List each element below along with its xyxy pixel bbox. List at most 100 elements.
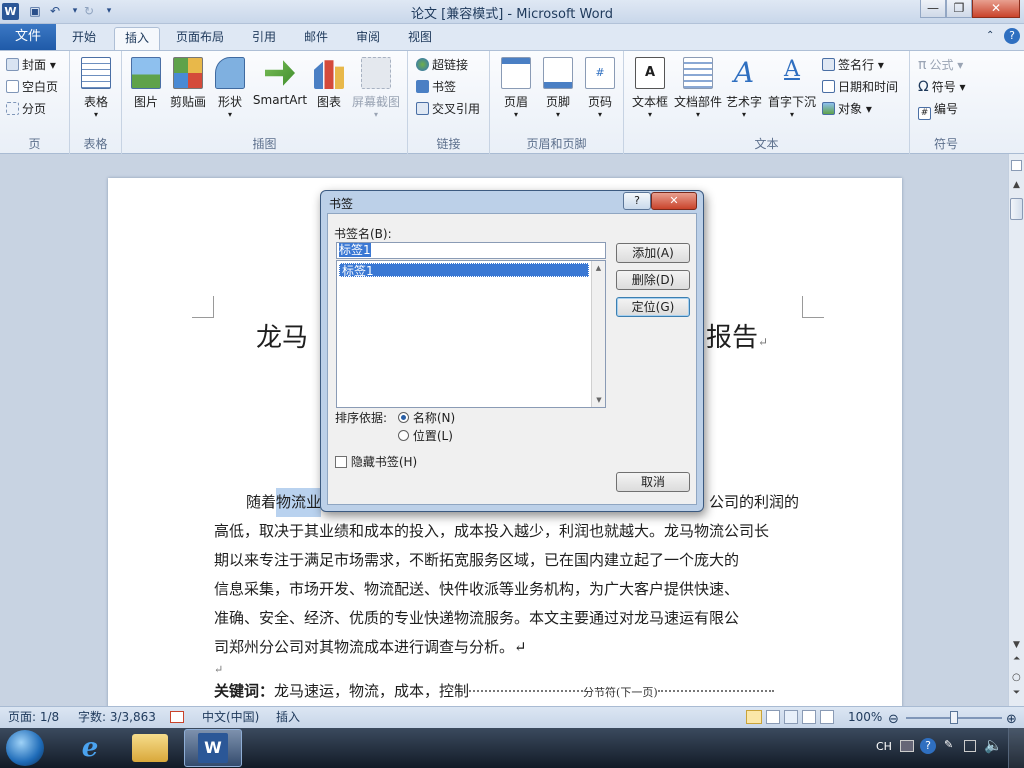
- print-layout-view-icon[interactable]: [746, 710, 762, 724]
- quick-parts-button[interactable]: 文档部件 ▾: [672, 57, 724, 119]
- help-icon[interactable]: ?: [1004, 28, 1020, 44]
- dialog-close-button[interactable]: ✕: [651, 192, 697, 210]
- group-links: 超链接 书签 交叉引用 链接: [408, 51, 490, 155]
- para-line-5: 司郑州分公司对其物流成本进行调查与分析。↵: [214, 638, 527, 656]
- smartart-icon: [265, 60, 295, 86]
- show-desktop-button[interactable]: [1008, 728, 1024, 768]
- page-count[interactable]: 页面: 1/8: [8, 707, 59, 728]
- full-screen-view-icon[interactable]: [766, 710, 780, 724]
- object-button[interactable]: 对象 ▾: [822, 99, 872, 119]
- drop-cap-button[interactable]: A 首字下沉 ▾: [766, 57, 818, 119]
- word-icon: W: [198, 733, 228, 763]
- table-button[interactable]: 表格 ▾: [78, 57, 114, 119]
- start-button[interactable]: [6, 730, 44, 766]
- omega-icon: Ω: [918, 79, 929, 95]
- tab-references[interactable]: 引用: [242, 27, 286, 50]
- hidden-bookmarks-checkbox[interactable]: 隐藏书签(H): [335, 453, 417, 470]
- blank-page-button[interactable]: 空白页: [6, 77, 58, 97]
- date-time-button[interactable]: 日期和时间: [822, 77, 898, 97]
- bookmark-list-item[interactable]: 标签1: [339, 263, 589, 278]
- input-language[interactable]: CH: [876, 740, 892, 753]
- web-layout-view-icon[interactable]: [784, 710, 798, 724]
- tab-mailings[interactable]: 邮件: [294, 27, 338, 50]
- scroll-up-icon[interactable]: ▲: [1013, 180, 1020, 190]
- symbol-button[interactable]: Ω 符号 ▾: [918, 77, 966, 97]
- wordart-button[interactable]: A 艺术字 ▾: [724, 57, 764, 120]
- bookmark-button[interactable]: 书签: [416, 77, 456, 97]
- header-button[interactable]: 页眉 ▾: [496, 57, 536, 119]
- screenshot-icon: [361, 57, 391, 89]
- textbox-button[interactable]: A 文本框 ▾: [628, 57, 672, 119]
- insert-mode[interactable]: 插入: [276, 707, 300, 728]
- tray-pen-icon[interactable]: ✎: [944, 738, 953, 751]
- clipart-button[interactable]: 剪贴画: [168, 57, 208, 110]
- word-count[interactable]: 字数: 3/3,863: [78, 707, 156, 728]
- shapes-button[interactable]: 形状 ▾: [212, 57, 248, 119]
- delete-button[interactable]: 删除(D): [616, 270, 690, 290]
- vertical-scrollbar[interactable]: ▲ ▼ ⏶ ○ ⏷: [1008, 154, 1024, 706]
- footer-icon: [543, 57, 573, 89]
- minimize-button[interactable]: —: [920, 0, 946, 18]
- bookmark-list[interactable]: 标签1 ▲ ▼: [336, 260, 606, 408]
- tab-page-layout[interactable]: 页面布局: [166, 27, 234, 50]
- screenshot-button[interactable]: 屏幕截图 ▾: [350, 57, 402, 119]
- footer-button[interactable]: 页脚 ▾: [538, 57, 578, 119]
- dialog-help-button[interactable]: ?: [623, 192, 651, 210]
- picture-button[interactable]: 图片: [128, 57, 164, 110]
- file-explorer-icon[interactable]: [132, 734, 168, 762]
- next-page-icon[interactable]: ⏷: [1013, 688, 1020, 698]
- tab-insert[interactable]: 插入: [114, 27, 161, 50]
- volume-icon[interactable]: 🔈: [984, 736, 1003, 754]
- list-scroll-up-icon[interactable]: ▲: [592, 261, 605, 275]
- zoom-level[interactable]: 100%: [848, 707, 882, 728]
- shapes-icon: [215, 57, 245, 89]
- chart-icon: [314, 60, 344, 89]
- cross-reference-button[interactable]: 交叉引用: [416, 99, 480, 119]
- maximize-button[interactable]: ❐: [946, 0, 972, 18]
- add-button[interactable]: 添加(A): [616, 243, 690, 263]
- zoom-out-icon[interactable]: ⊖: [888, 709, 899, 730]
- page-number-button[interactable]: # 页码 ▾: [580, 57, 620, 119]
- page-break-button[interactable]: 分页: [6, 99, 46, 119]
- sort-location-radio[interactable]: 位置(L): [398, 427, 453, 444]
- internet-explorer-icon[interactable]: e: [70, 732, 110, 764]
- header-icon: [501, 57, 531, 89]
- network-icon[interactable]: [964, 740, 976, 752]
- bookmark-name-input[interactable]: 标签1: [336, 242, 606, 259]
- scroll-down-icon[interactable]: ▼: [1013, 640, 1020, 650]
- keyboard-icon[interactable]: [900, 740, 914, 752]
- list-scroll-down-icon[interactable]: ▼: [592, 393, 606, 407]
- group-text: A 文本框 ▾ 文档部件 ▾ A 艺术字 ▾ A 首字下沉 ▾ 签名行 ▾ 日期和时间 …: [624, 51, 910, 155]
- signature-line-button[interactable]: 签名行 ▾: [822, 55, 884, 75]
- cover-page-button[interactable]: 封面 ▾: [6, 55, 56, 75]
- list-scrollbar[interactable]: ▲ ▼: [591, 261, 605, 407]
- tab-review[interactable]: 审阅: [346, 27, 390, 50]
- minimize-ribbon-icon[interactable]: ⌃: [986, 30, 1000, 44]
- previous-page-icon[interactable]: ⏶: [1013, 654, 1020, 664]
- zoom-in-icon[interactable]: ⊕: [1006, 709, 1017, 730]
- number-button[interactable]: # 编号: [918, 99, 958, 120]
- language-indicator[interactable]: 中文(中国): [202, 707, 259, 728]
- chart-button[interactable]: 图表: [312, 57, 346, 110]
- equation-button[interactable]: π 公式 ▾: [918, 55, 963, 75]
- taskbar-word-button[interactable]: W: [184, 729, 242, 767]
- tab-file[interactable]: 文件: [0, 24, 56, 50]
- browse-object-icon[interactable]: ○: [1012, 672, 1021, 683]
- ruler-toggle-icon[interactable]: [1011, 160, 1022, 171]
- cancel-button[interactable]: 取消: [616, 472, 690, 492]
- outline-view-icon[interactable]: [802, 710, 816, 724]
- hyperlink-button[interactable]: 超链接: [416, 55, 468, 75]
- goto-button[interactable]: 定位(G): [616, 297, 690, 317]
- zoom-slider-thumb[interactable]: [950, 711, 958, 724]
- close-button[interactable]: ✕: [972, 0, 1020, 18]
- help-tray-icon[interactable]: ?: [920, 738, 936, 754]
- sort-name-radio[interactable]: 名称(N): [398, 409, 455, 426]
- draft-view-icon[interactable]: [820, 710, 834, 724]
- scroll-thumb[interactable]: [1010, 198, 1023, 220]
- tab-view[interactable]: 视图: [398, 27, 442, 50]
- title-bar: W ▣ ↶ ▾ ↻ ▾ 论文 [兼容模式] - Microsoft Word —…: [0, 0, 1024, 24]
- para-line-3: 信息采集，市场开发、物流配送、快件收派等业务机构，为广大客户提供快速、: [214, 580, 740, 598]
- tab-home[interactable]: 开始: [62, 27, 106, 50]
- smartart-button[interactable]: SmartArt: [252, 57, 308, 107]
- proofing-icon[interactable]: [170, 711, 184, 723]
